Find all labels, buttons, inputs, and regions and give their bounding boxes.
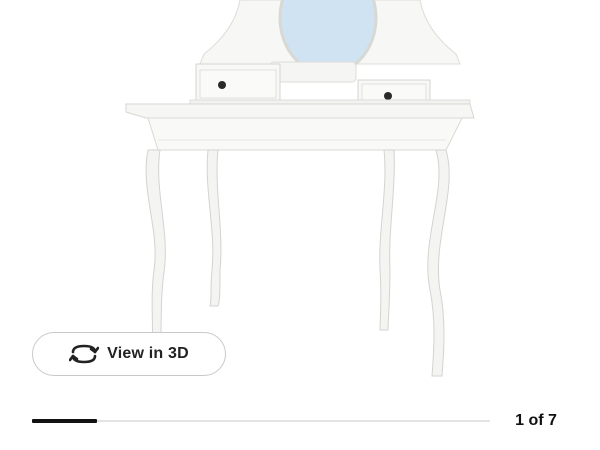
mirror-base [269, 61, 357, 83]
page-counter: 1 of 7 [515, 412, 557, 429]
rotate-arrows-icon [69, 343, 100, 365]
view-in-3d-button[interactable]: View in 3D [32, 332, 226, 376]
table-top [125, 103, 475, 119]
view-in-3d-label: View in 3D [107, 345, 189, 362]
gallery-progress-fill [32, 419, 98, 423]
front-right-leg [427, 149, 450, 377]
back-left-leg [206, 149, 222, 307]
left-drawer-unit [195, 63, 281, 103]
drawer-knob [384, 92, 392, 100]
front-left-leg [145, 149, 166, 361]
table-apron [147, 117, 463, 151]
back-right-leg [379, 149, 395, 331]
gallery-progress-track [32, 419, 490, 423]
drawer-knob [218, 81, 226, 89]
product-image [125, 0, 475, 377]
